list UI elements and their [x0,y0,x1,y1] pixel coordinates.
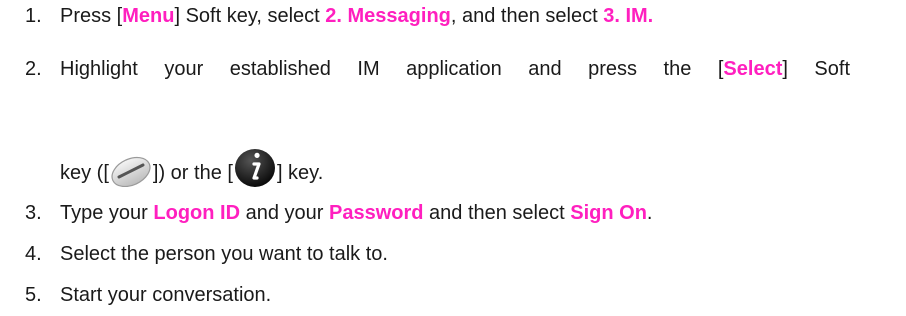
text-segment: , and then select [450,5,604,27]
soft-key-icon [111,156,151,187]
text-segment: and your [240,202,329,224]
step-number: 2. [25,58,42,80]
text-segment: and then select [423,202,571,224]
highlight-logon-id: Logon ID [153,202,241,224]
step-number: 5. [25,284,42,306]
info-key-icon [234,149,275,187]
step-5: 5. Start your conversation. [0,284,906,310]
step-text: key ([ ]) or the [ ] key. [60,147,323,189]
step-number: 4. [25,243,42,265]
text-segment: Press [ [60,5,123,27]
text-segment: ]) or the [ [152,162,233,184]
step-1: 1. Press [Menu] Soft key, select 2. Mess… [0,5,906,31]
text-segment: ] Soft key, select [174,5,326,27]
step-number: 3. [25,202,42,224]
text-segment: Highlight your established IM applicatio… [60,58,724,80]
text-segment: Type your [60,202,154,224]
step-3: 3. Type your Logon ID and your Password … [0,202,906,228]
highlight-menu: Menu [122,5,175,27]
step-4: 4. Select the person you want to talk to… [0,243,906,269]
highlight-password: Password [328,202,424,224]
highlight-select: Select [723,58,783,80]
highlight-messaging: 2. Messaging [325,5,451,27]
text-segment: . [646,202,653,224]
step-text: Select the person you want to talk to. [60,243,388,265]
step-2-continued: key ([ ]) or the [ ] key. [0,147,906,187]
step-number: 1. [25,5,42,27]
text-segment: key ([ [60,162,109,184]
highlight-sign-on: Sign On [570,202,647,224]
text-segment: ] key. [276,162,324,184]
step-text: Press [Menu] Soft key, select 2. Messagi… [60,5,653,28]
step-2: 2. Highlight your established IM applica… [0,58,906,84]
highlight-im: 3. IM. [603,5,654,27]
text-segment: ] Soft [782,58,850,80]
step-text: Highlight your established IM applicatio… [60,58,850,81]
step-text: Start your conversation. [60,284,272,306]
step-text: Type your Logon ID and your Password and… [60,202,652,225]
